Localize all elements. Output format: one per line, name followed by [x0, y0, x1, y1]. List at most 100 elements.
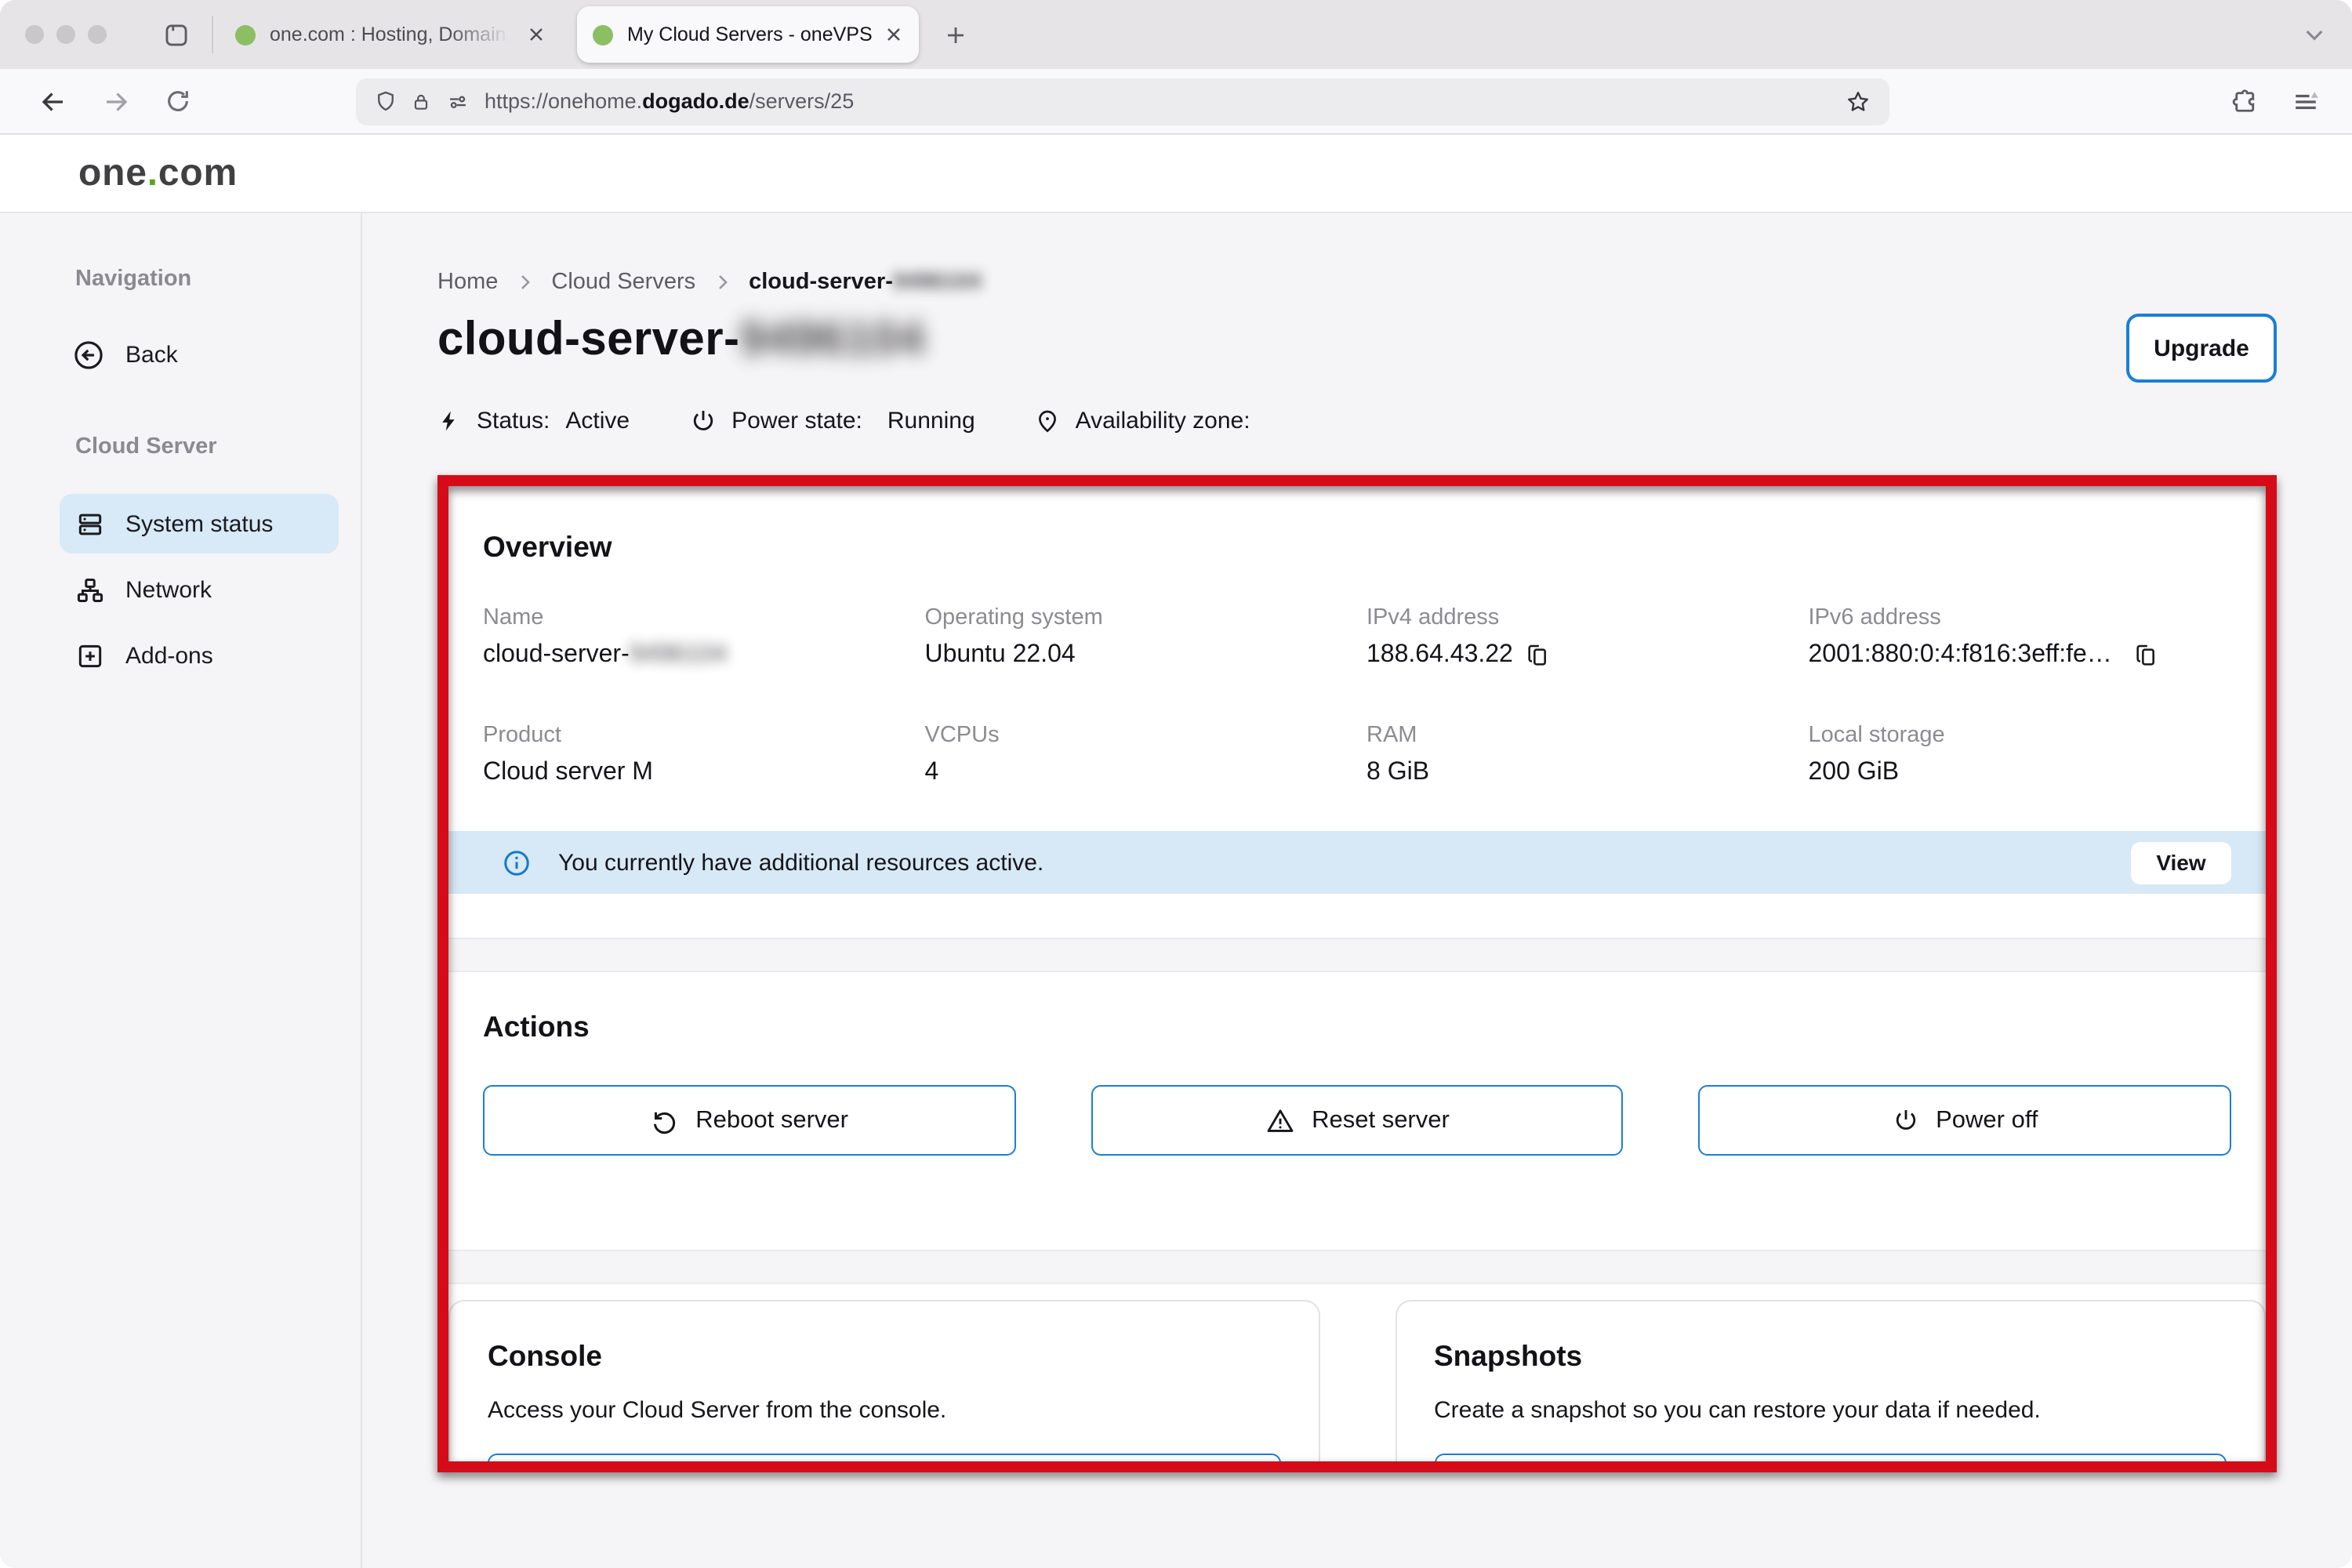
chevron-right-icon — [515, 273, 534, 292]
window-controls — [25, 25, 107, 44]
url-text: https://onehome.dogado.de/servers/25 — [485, 89, 854, 113]
overview-grid: Name cloud-server-9496104 Operating syst… — [483, 605, 2231, 787]
actions-section: Actions Reboot server — [448, 972, 2266, 1206]
bolt-icon — [437, 408, 461, 434]
copy-icon[interactable] — [2134, 643, 2159, 668]
field-vcpus: VCPUs 4 — [925, 723, 1348, 787]
chevron-right-icon — [713, 273, 731, 292]
sidebar-item-label: System status — [125, 510, 273, 537]
close-tab-icon[interactable] — [884, 25, 903, 44]
console-heading: Console — [488, 1339, 1280, 1374]
console-description: Access your Cloud Server from the consol… — [488, 1397, 1280, 1424]
status-group: Status: Active — [437, 408, 630, 434]
sidebar-section-heading: Cloud Server — [75, 434, 339, 459]
power-value: Running — [887, 408, 975, 434]
reboot-server-button[interactable]: Reboot server — [483, 1085, 1015, 1156]
server-icon — [75, 509, 105, 539]
location-pin-icon — [1035, 408, 1060, 434]
sidebar-item-label: Add-ons — [125, 642, 213, 669]
tab-onecom[interactable]: one.com : Hosting, Domain, Ema — [220, 6, 561, 63]
breadcrumb-current: cloud-server-9496104 — [749, 270, 982, 295]
new-tab-button[interactable] — [944, 23, 967, 46]
extensions-icon[interactable] — [2231, 87, 2259, 115]
view-button[interactable]: View — [2131, 841, 2231, 884]
info-icon — [502, 848, 532, 877]
site-header: one.com — [0, 135, 2352, 213]
actions-heading: Actions — [483, 1010, 2231, 1044]
network-icon — [75, 575, 105, 604]
power-label: Power state: — [731, 408, 862, 434]
power-off-button[interactable]: Power off — [1699, 1085, 2231, 1156]
field-ipv4: IPv4 address 188.64.43.22 — [1367, 605, 1790, 670]
sidebar-back-label: Back — [125, 342, 178, 368]
sidebar-item-network[interactable]: Network — [60, 560, 339, 619]
shield-icon[interactable] — [375, 89, 397, 113]
back-icon[interactable] — [39, 87, 67, 115]
manage-snapshots-button[interactable]: Manage snapshots — [1434, 1454, 2227, 1472]
resources-banner: You currently have additional resources … — [448, 831, 2266, 894]
status-row: Status: Active Power state: Running Avai… — [437, 408, 2277, 434]
tab-favicon — [593, 24, 613, 45]
field-ram: RAM 8 GiB — [1367, 723, 1790, 787]
sidebar: Navigation Back Cloud Server System stat… — [0, 213, 362, 1568]
section-divider — [437, 1250, 2277, 1284]
sidebar-nav-heading: Navigation — [75, 267, 339, 292]
copy-icon[interactable] — [1526, 643, 1551, 668]
lock-icon[interactable] — [411, 90, 431, 112]
permissions-icon[interactable] — [445, 90, 470, 112]
power-icon — [689, 408, 716, 434]
reload-icon[interactable] — [165, 88, 191, 114]
tab-cloud-servers[interactable]: My Cloud Servers - oneVPS — [577, 6, 919, 63]
reset-server-button[interactable]: Reset server — [1091, 1085, 1623, 1156]
redacted-text: 9496104 — [739, 314, 924, 367]
sidebar-item-label: Network — [125, 576, 212, 603]
toolbar-right — [2231, 87, 2330, 115]
app-menu-icon[interactable] — [2291, 87, 2321, 115]
field-os: Operating system Ubuntu 22.04 — [925, 605, 1348, 670]
tab-favicon — [235, 24, 256, 45]
square-plus-icon — [75, 641, 105, 670]
main-content: Home Cloud Servers cloud-server-9496104 … — [362, 213, 2352, 1568]
breadcrumb-cloud-servers[interactable]: Cloud Servers — [551, 270, 695, 295]
browser-window: one.com : Hosting, Domain, Ema My Cloud … — [0, 0, 2352, 1568]
browser-toolbar: https://onehome.dogado.de/servers/25 — [0, 69, 2352, 135]
annotated-region: Overview Name cloud-server-9496104 Opera… — [437, 475, 2277, 1472]
sidebar-item-add-ons[interactable]: Add-ons — [60, 626, 339, 685]
power-state-group: Power state: Running — [689, 408, 975, 434]
warning-triangle-icon — [1265, 1106, 1294, 1134]
onecom-logo[interactable]: one.com — [78, 151, 238, 195]
breadcrumb-home[interactable]: Home — [437, 270, 498, 295]
reboot-icon — [650, 1106, 678, 1134]
minimize-window-button[interactable] — [56, 25, 75, 44]
close-tab-icon[interactable] — [527, 25, 546, 44]
back-circle-icon — [72, 339, 105, 372]
field-name: Name cloud-server-9496104 — [483, 605, 906, 670]
redacted-text: 9496104 — [630, 641, 728, 670]
field-local-storage: Local storage 200 GiB — [1809, 723, 2232, 787]
power-icon — [1892, 1107, 1918, 1134]
console-card: Console Access your Cloud Server from th… — [448, 1300, 1319, 1472]
close-window-button[interactable] — [25, 25, 44, 44]
sidebar-back-button[interactable]: Back — [72, 339, 339, 372]
field-product: Product Cloud server M — [483, 723, 906, 787]
breadcrumb: Home Cloud Servers cloud-server-9496104 — [437, 270, 2277, 295]
field-ipv6: IPv6 address 2001:880:0:4:f816:3eff:fe… — [1809, 605, 2232, 670]
sidebar-item-system-status[interactable]: System status — [60, 494, 339, 554]
tabstrip-divider — [212, 16, 213, 53]
tab-strip: one.com : Hosting, Domain, Ema My Cloud … — [0, 0, 2352, 69]
section-divider — [437, 938, 2277, 972]
snapshots-heading: Snapshots — [1434, 1339, 2227, 1374]
firefox-view-icon[interactable] — [163, 21, 190, 48]
overview-heading: Overview — [483, 530, 2231, 564]
list-all-tabs-icon[interactable] — [2302, 22, 2327, 47]
upgrade-button[interactable]: Upgrade — [2126, 314, 2277, 383]
address-bar[interactable]: https://onehome.dogado.de/servers/25 — [356, 78, 1889, 125]
banner-text: You currently have additional resources … — [558, 849, 1044, 876]
zoom-window-button[interactable] — [88, 25, 107, 44]
open-console-button[interactable]: Open console — [488, 1454, 1280, 1472]
redacted-text: 9496104 — [893, 270, 982, 295]
zone-group: Availability zone: — [1035, 408, 1266, 434]
forward-icon[interactable] — [102, 87, 130, 115]
overview-section: Overview Name cloud-server-9496104 Opera… — [448, 486, 2266, 894]
bookmark-star-icon[interactable] — [1846, 89, 1871, 114]
